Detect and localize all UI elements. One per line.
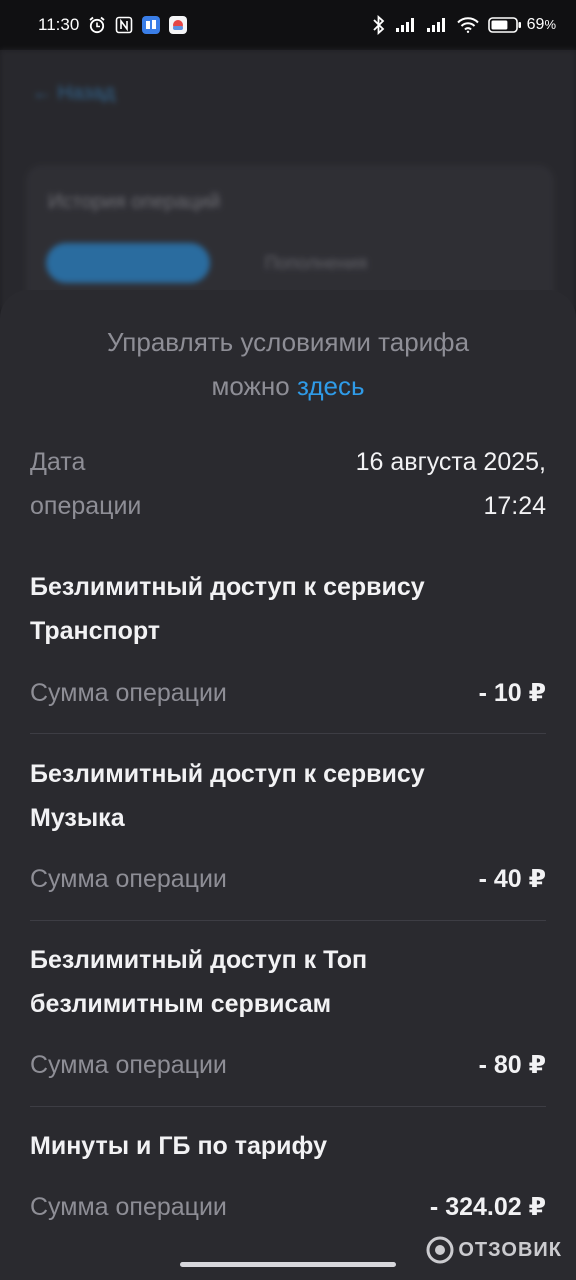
operation-date-label: Дата операции xyxy=(30,440,230,528)
operation-date-value: 16 августа 2025, 17:24 xyxy=(246,440,546,528)
operation-title-line-1: Безлимитный доступ к сервису xyxy=(30,573,425,601)
clock: 11:30 xyxy=(38,15,80,34)
operation-sum-label: Сумма операции xyxy=(30,865,227,893)
manage-tariff-prefix: можно xyxy=(211,371,290,401)
operation-title-line-1: Минуты и ГБ по тарифу xyxy=(30,1132,327,1160)
operation-item: Минуты и ГБ по тарифу Сумма операции - 3… xyxy=(30,1124,546,1221)
operation-title-line-2: Транспорт xyxy=(30,617,161,645)
operation-date-value-line-2: 17:24 xyxy=(483,492,546,520)
operation-sum-value: - 80 ₽ xyxy=(478,1051,546,1079)
divider xyxy=(30,920,546,921)
battery-percent-suffix: % xyxy=(544,17,556,32)
tab-debits[interactable]: Списания xyxy=(46,243,210,283)
screen: 11:30 69% ← Назад История операций Списа… xyxy=(0,0,576,1280)
section-title: История операций xyxy=(48,191,221,213)
operation-title: Безлимитный доступ к сервису Транспорт xyxy=(30,565,546,653)
battery-icon xyxy=(487,16,522,34)
manage-tariff-link[interactable]: здесь xyxy=(297,371,365,401)
operation-sum-value: - 40 ₽ xyxy=(478,865,546,893)
operation-date-row: Дата операции 16 августа 2025, 17:24 xyxy=(30,440,546,530)
weather-app-icon xyxy=(169,16,188,34)
app-icon xyxy=(142,16,161,34)
operation-sum-label: Сумма операции xyxy=(30,1051,227,1079)
bluetooth-icon xyxy=(372,15,386,35)
manage-tariff-line-2: можно здесь xyxy=(30,364,546,408)
status-bar: 11:30 69% xyxy=(0,0,576,50)
background-page: ← Назад История операций Списания Пополн… xyxy=(0,50,576,325)
tab-topups[interactable]: Пополнения xyxy=(236,243,396,283)
watermark-text: ОТЗОВИК xyxy=(458,1238,562,1261)
divider xyxy=(30,733,546,734)
operation-sum-label: Сумма операции xyxy=(30,679,227,707)
operation-details-sheet: Управлять условиями тарифа можно здесь Д… xyxy=(0,290,576,1280)
operation-title-line-2: безлимитным сервисам xyxy=(30,990,332,1018)
operation-title-line-1: Безлимитный доступ к Топ xyxy=(30,946,368,974)
operation-sum-row: Сумма операции - 10 ₽ xyxy=(30,671,546,715)
operation-date-label-line-2: операции xyxy=(30,492,142,520)
operation-date-value-line-1: 16 августа 2025, xyxy=(355,448,546,476)
wifi-icon xyxy=(456,17,479,33)
operation-item: Безлимитный доступ к Топ безлимитным сер… xyxy=(30,938,546,1079)
signal-icon xyxy=(426,17,448,33)
operation-sum-value: - 10 ₽ xyxy=(478,679,546,707)
operation-sum-row: Сумма операции - 40 ₽ xyxy=(30,857,546,901)
operation-title-line-1: Безлимитный доступ к сервису xyxy=(30,760,425,788)
signal-icon xyxy=(395,17,417,33)
watermark: ОТЗОВИК xyxy=(426,1236,562,1264)
operation-item: Безлимитный доступ к сервису Музыка Сумм… xyxy=(30,752,546,893)
operation-title: Минуты и ГБ по тарифу xyxy=(30,1124,546,1168)
operation-item: Безлимитный доступ к сервису Транспорт С… xyxy=(30,565,546,707)
operation-date-label-line-1: Дата xyxy=(30,448,86,476)
operation-title: Безлимитный доступ к Топ безлимитным сер… xyxy=(30,938,546,1026)
operation-sum-value: - 324.02 ₽ xyxy=(429,1193,546,1221)
battery: 69% xyxy=(487,16,556,34)
alarm-icon xyxy=(88,16,106,34)
nfc-icon xyxy=(115,16,133,34)
operation-sum-row: Сумма операции - 324.02 ₽ xyxy=(30,1185,546,1229)
operation-title: Безлимитный доступ к сервису Музыка xyxy=(30,752,546,840)
manage-tariff-text: Управлять условиями тарифа можно здесь xyxy=(30,320,546,408)
operation-title-line-2: Музыка xyxy=(30,804,125,832)
battery-percent: 69 xyxy=(526,16,545,33)
home-indicator[interactable] xyxy=(180,1262,396,1267)
watermark-logo-icon xyxy=(426,1236,454,1264)
divider xyxy=(30,1106,546,1107)
manage-tariff-line-1: Управлять условиями тарифа xyxy=(106,327,470,357)
back-link[interactable]: ← Назад xyxy=(32,82,115,105)
operation-sum-label: Сумма операции xyxy=(30,1193,227,1221)
operation-sum-row: Сумма операции - 80 ₽ xyxy=(30,1043,546,1087)
